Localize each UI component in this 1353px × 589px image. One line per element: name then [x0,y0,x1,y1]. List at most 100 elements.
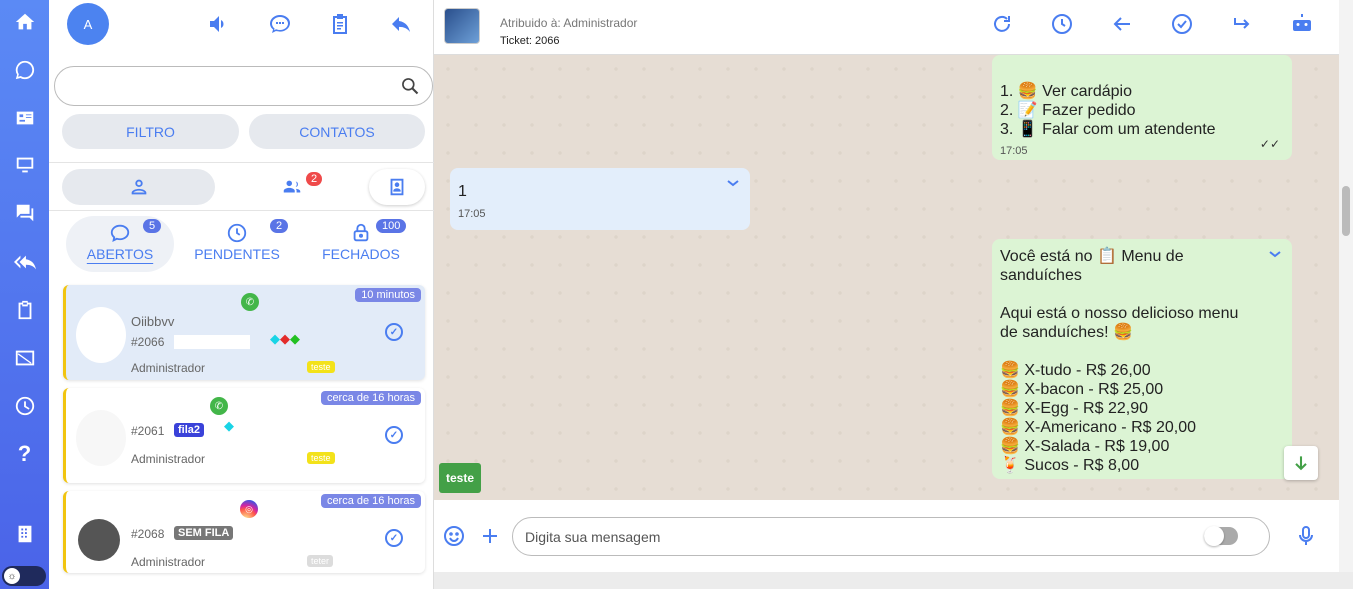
my-tickets-toggle[interactable] [62,169,215,205]
emoji-icon[interactable] [442,524,466,548]
tab-count-badge: 2 [270,219,289,233]
ticket-item[interactable]: cerca de 16 horas ✆ #2061 fila2 ◆ ✓ Admi… [63,388,425,483]
message-bubble[interactable]: Você está no 📋 Menu de sanduíches Aqui e… [992,239,1292,479]
lock-icon [353,223,369,242]
contacts-button[interactable]: CONTATOS [249,114,425,149]
volume-icon[interactable] [207,12,231,36]
message-text: 1 [458,183,467,200]
message-line: Aqui está o nosso delicioso menu [1000,305,1239,322]
assigned-label: Atribuido à: Administrador [500,16,638,30]
message-list: 1. 🍔 Ver cardápio 2. 📝 Fazer pedido 3. 📱… [434,55,1339,500]
clock-icon[interactable] [0,386,49,426]
redacted-field [174,335,250,349]
chat-icon[interactable] [268,12,292,36]
forward-icon[interactable] [1230,12,1254,36]
message-line: sanduíches [1000,267,1082,284]
accept-check-icon[interactable]: ✓ [385,426,403,444]
clipboard-icon[interactable] [0,290,49,330]
ticket-sidebar: A FILTRO CONTATOS 2 ABERTOS 5 PENDENTES … [49,0,434,589]
all-tickets-toggle[interactable] [274,169,310,205]
message-line: 🍔 X-Egg - R$ 22,90 [1000,400,1148,417]
message-line: 🍹 Sucos - R$ 8,00 [1000,457,1140,474]
page-scrollbar[interactable] [1339,0,1353,572]
tab-count-badge: 5 [143,219,162,233]
queue-tag: teste [307,452,335,464]
robot-icon[interactable] [1290,12,1314,36]
ticket-item[interactable]: cerca de 16 horas ◎ #2068 SEM FILA ✓ Adm… [63,491,425,573]
scroll-to-bottom-button[interactable] [1284,446,1318,480]
filter-button[interactable]: FILTRO [62,114,239,149]
help-icon[interactable]: ? [0,434,49,474]
message-line: 🍔 X-bacon - R$ 25,00 [1000,381,1164,398]
news-off-icon[interactable] [0,338,49,378]
message-input[interactable]: Digita sua mensagem [512,517,1270,556]
chevron-down-icon[interactable] [1268,247,1282,261]
building-icon[interactable] [0,514,49,554]
search-input[interactable] [54,66,433,106]
chevron-down-icon[interactable] [726,176,740,190]
reply-all-icon[interactable] [0,242,49,282]
chat-bubbles-icon[interactable] [0,193,49,233]
search-icon[interactable] [400,76,420,96]
ticket-agent: Administrador [131,361,206,375]
contacts-card-icon[interactable] [0,98,49,138]
ticket-agent: Administrador [131,452,206,466]
chat-header: Atribuido à: Administrador Ticket: 2066 [434,0,1339,55]
message-line: 3. 📱 Falar com um atendente [1000,121,1216,138]
divider [49,162,434,163]
group-icon [283,180,301,193]
arrow-left-icon[interactable] [1110,12,1134,36]
message-bubble[interactable]: 1 17:05 [450,168,750,230]
accept-check-icon[interactable]: ✓ [385,529,403,547]
whatsapp-icon[interactable] [0,50,49,90]
contact-book-button[interactable] [369,169,425,205]
message-line: 🍔 X-Americano - R$ 20,00 [1000,419,1196,436]
sun-icon: ☼ [4,568,20,584]
clock-icon[interactable] [1050,12,1074,36]
ticket-number: #2061 [131,424,165,438]
group-count-badge: 2 [306,172,323,186]
message-line: 🍔 X-tudo - R$ 26,00 [1000,362,1151,379]
reply-icon[interactable] [389,12,413,36]
message-bubble[interactable]: 1. 🍔 Ver cardápio 2. 📝 Fazer pedido 3. 📱… [992,55,1292,160]
tag-icon: ◆ [224,418,234,433]
queue-tag: teste [307,361,335,373]
ticket-tabs: ABERTOS 5 PENDENTES 2 FECHADOS 100 [49,212,434,274]
message-line: 🍔 X-Salada - R$ 19,00 [1000,438,1170,455]
signature-toggle[interactable] [1204,526,1238,546]
clipboard-list-icon[interactable] [328,12,352,36]
user-avatar[interactable]: A [67,3,109,45]
check-circle-icon[interactable] [1170,12,1194,36]
ticket-tag[interactable]: teste [439,463,481,493]
scrollbar-thumb[interactable] [1342,186,1350,236]
monitor-icon[interactable] [0,145,49,185]
contact-book-icon [390,178,404,196]
contact-avatar-placeholder [78,519,120,561]
accept-check-icon[interactable]: ✓ [385,323,403,341]
theme-toggle[interactable]: ☼ [2,566,46,586]
message-line [1000,285,1284,304]
queue-badge: fila2 [174,423,205,437]
message-input-placeholder: Digita sua mensagem [525,528,661,545]
whatsapp-icon: ✆ [241,293,259,311]
chat-panel: Atribuido à: Administrador Ticket: 2066 … [434,0,1339,589]
ticket-time: 10 minutos [355,288,421,302]
contact-avatar [76,410,126,466]
nav-rail: ? ☼ [0,0,49,589]
message-line [1000,342,1284,361]
ticket-number: #2066 [131,335,165,349]
instagram-icon: ◎ [240,500,258,518]
person-icon [131,179,146,195]
message-time: 17:05 [1000,145,1028,157]
refresh-icon[interactable] [990,12,1014,36]
home-icon[interactable] [0,2,49,42]
clock-icon [227,223,247,243]
divider [49,210,434,211]
microphone-icon[interactable] [1294,524,1318,548]
double-check-icon: ✓✓ [1259,137,1280,151]
ticket-item[interactable]: 10 minutos ✆ Oiibbvv #2066 ◆◆◆ ✓ Adminis… [63,285,425,380]
queue-badge: SEM FILA [174,526,234,540]
message-line: de sanduíches! 🍔 [1000,324,1133,341]
plus-icon[interactable] [478,524,502,548]
ticket-number: #2068 [131,527,165,541]
